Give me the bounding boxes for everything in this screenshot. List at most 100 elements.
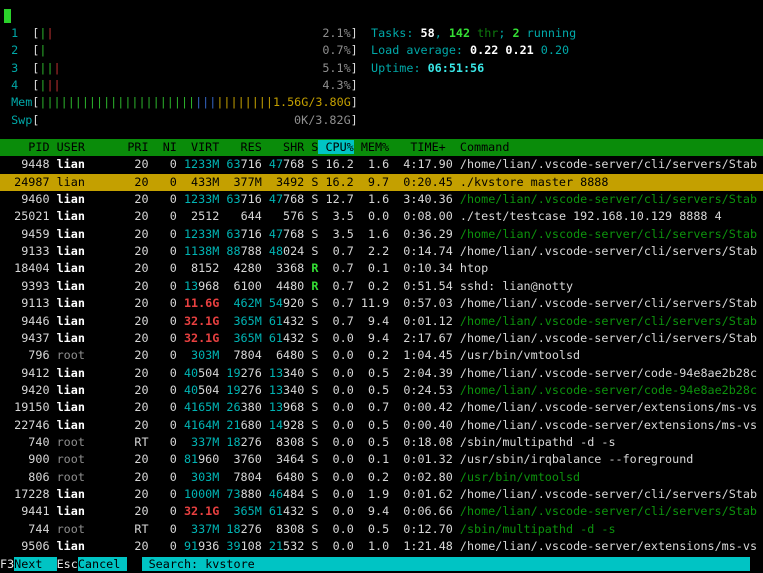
esc-key[interactable]: Esc [57, 557, 78, 571]
process-row[interactable]: 17228 lian 20 0 1000M 73880 46484 S 0.0 … [0, 486, 763, 503]
process-row[interactable]: 19150 lian 20 0 4165M 26380 13968 S 0.0 … [0, 399, 763, 416]
load-1min: 0.22 [470, 43, 498, 57]
process-row[interactable]: 9506 lian 20 0 91936 39108 21532 S 0.0 1… [0, 538, 763, 555]
command-cell: /sbin/multipathd -d -s [460, 522, 763, 536]
column-header-virt[interactable]: VIRT [177, 140, 219, 154]
command-cell: /home/lian/.vscode-server/cli/servers/St… [460, 487, 763, 501]
cpu-mem-time-cell: 0.0 0.5 2:04.39 [318, 366, 459, 380]
column-header-res[interactable]: RES [219, 140, 261, 154]
command-cell: ./kvstore master 8888 [460, 175, 763, 189]
pri-ni-cell: 20 0 [120, 175, 184, 189]
table-header: PID USER PRI NI VIRT RES SHR S CPU% MEM%… [0, 139, 763, 156]
process-row[interactable]: 9459 lian 20 0 1233M 63716 47768 S 3.5 1… [0, 226, 763, 243]
pri-ni-cell: 20 0 [120, 261, 184, 275]
column-header-cpu[interactable]: CPU% [318, 140, 353, 154]
function-bar: F3Next EscCancel Search: kvstore [0, 556, 763, 573]
column-header-mem[interactable]: MEM% [354, 140, 389, 154]
cpu-mem-time-cell: 0.0 0.1 0:01.32 [318, 452, 459, 466]
load-average-line: Load average: 0.22 0.21 0.20 [371, 42, 576, 59]
command-cell: /home/lian/.vscode-server/cli/servers/St… [460, 227, 763, 241]
user-cell: root [57, 435, 121, 449]
pri-ni-cell: 20 0 [120, 418, 184, 432]
htop-terminal: 1 [|| 2.1%] 2 [| 0.7%] 3 [||| 5.1%] 4 [|… [0, 0, 763, 573]
process-row[interactable]: 740 root RT 0 337M 18276 8308 S 0.0 0.5 … [0, 434, 763, 451]
cpu-mem-time-cell: 0.0 1.9 0:01.62 [318, 487, 459, 501]
cpu-meter-1-label: 1 [4, 26, 32, 40]
process-row[interactable]: 22746 lian 20 0 4164M 21680 14928 S 0.0 … [0, 417, 763, 434]
cpu-meter-2-label: 2 [4, 43, 32, 57]
user-cell: lian [57, 175, 121, 189]
uptime-line: Uptime: 06:51:56 [371, 60, 576, 77]
command-cell: /home/lian/.vscode-server/cli/servers/St… [460, 244, 763, 258]
load-15min: 0.20 [541, 43, 569, 57]
f3-key[interactable]: F3 [0, 557, 14, 571]
pid-cell: 9437 [0, 331, 50, 345]
uptime-value: 06:51:56 [428, 61, 485, 75]
process-row[interactable]: 18404 lian 20 0 8152 4280 3368 R 0.7 0.1… [0, 260, 763, 277]
pri-ni-cell: 20 0 [120, 209, 184, 223]
column-header-time[interactable]: TIME+ [389, 140, 460, 154]
process-row[interactable]: 744 root RT 0 337M 18276 8308 S 0.0 0.5 … [0, 521, 763, 538]
command-cell: /home/lian/.vscode-server/extensions/ms-… [460, 418, 763, 432]
command-cell: sshd: lian@notty [460, 279, 763, 293]
cpu-meter-1-value: 2.1% [322, 26, 350, 40]
tasks-count: 58 [421, 26, 435, 40]
uptime-label: Uptime: [371, 61, 428, 75]
process-row[interactable]: 9420 lian 20 0 40504 19276 13340 S 0.0 0… [0, 382, 763, 399]
pid-cell: 19150 [0, 400, 50, 414]
pri-ni-cell: RT 0 [120, 522, 184, 536]
pri-ni-cell: 20 0 [120, 452, 184, 466]
process-row[interactable]: 24987 lian 20 0 433M 377M 3492 S 16.2 9.… [0, 174, 763, 191]
pid-cell: 9446 [0, 314, 50, 328]
process-row[interactable]: 25021 lian 20 0 2512 644 576 S 3.5 0.0 0… [0, 208, 763, 225]
column-header-ni[interactable]: NI [149, 140, 177, 154]
process-row[interactable]: 9446 lian 20 0 32.1G 365M 61432 S 0.7 9.… [0, 313, 763, 330]
process-row[interactable]: 806 root 20 0 303M 7804 6480 S 0.0 0.2 0… [0, 469, 763, 486]
process-row[interactable]: 900 root 20 0 81960 3760 3464 S 0.0 0.1 … [0, 451, 763, 468]
process-row[interactable]: 9437 lian 20 0 32.1G 365M 61432 S 0.0 9.… [0, 330, 763, 347]
cpu-mem-time-cell: 12.7 1.6 3:40.36 [318, 192, 459, 206]
pri-ni-cell: 20 0 [120, 279, 184, 293]
cpu-mem-time-cell: 3.5 1.6 0:36.29 [318, 227, 459, 241]
process-row[interactable]: 9133 lian 20 0 1138M 88788 48024 S 0.7 2… [0, 243, 763, 260]
process-row[interactable]: 796 root 20 0 303M 7804 6480 S 0.0 0.2 1… [0, 347, 763, 364]
cpu-meter-4: 4 [||| 4.3%] [4, 77, 358, 94]
terminal-cursor [4, 9, 11, 23]
pri-ni-cell: 20 0 [120, 348, 184, 362]
cpu-mem-time-cell: 0.0 0.2 1:04.45 [318, 348, 459, 362]
process-row[interactable]: 9412 lian 20 0 40504 19276 13340 S 0.0 0… [0, 365, 763, 382]
next-button[interactable]: Next [14, 557, 56, 571]
process-row[interactable]: 9441 lian 20 0 32.1G 365M 61432 S 0.0 9.… [0, 503, 763, 520]
command-cell: /home/lian/.vscode-server/code-94e8ae2b2… [460, 383, 763, 397]
search-input[interactable]: Search: kvstore [142, 557, 750, 571]
column-header-s[interactable]: S [304, 140, 318, 154]
cancel-button[interactable]: Cancel [78, 557, 128, 571]
column-header-pid[interactable]: PID [0, 140, 50, 154]
column-header-user[interactable]: USER [50, 140, 121, 154]
user-cell: lian [57, 279, 121, 293]
column-header-command[interactable]: Command [460, 140, 510, 154]
process-row[interactable]: 9460 lian 20 0 1233M 63716 47768 S 12.7 … [0, 191, 763, 208]
pri-ni-cell: 20 0 [120, 400, 184, 414]
process-row[interactable]: 9448 lian 20 0 1233M 63716 47768 S 16.2 … [0, 156, 763, 173]
process-row[interactable]: 9393 lian 20 0 13968 6100 4480 R 0.7 0.2… [0, 278, 763, 295]
column-header-shr[interactable]: SHR [262, 140, 304, 154]
pri-ni-cell: 20 0 [120, 244, 184, 258]
cpu-meter-1: 1 [|| 2.1%] [4, 25, 358, 42]
user-cell: root [57, 348, 121, 362]
cpu-mem-time-cell: 0.7 0.2 0:51.54 [318, 279, 459, 293]
load-5min: 0.21 [505, 43, 533, 57]
column-header-pri[interactable]: PRI [120, 140, 148, 154]
pri-ni-cell: 20 0 [120, 366, 184, 380]
pid-cell: 9448 [0, 157, 50, 171]
pid-cell: 9420 [0, 383, 50, 397]
process-row[interactable]: 9113 lian 20 0 11.6G 462M 54920 S 0.7 11… [0, 295, 763, 312]
pid-cell: 9459 [0, 227, 50, 241]
cpu-meter-2: 2 [| 0.7%] [4, 42, 358, 59]
command-cell: /home/lian/.vscode-server/cli/servers/St… [460, 331, 763, 345]
running-label: running [520, 26, 577, 40]
pid-cell: 9133 [0, 244, 50, 258]
user-cell: lian [57, 314, 121, 328]
user-cell: lian [57, 400, 121, 414]
pri-ni-cell: 20 0 [120, 314, 184, 328]
